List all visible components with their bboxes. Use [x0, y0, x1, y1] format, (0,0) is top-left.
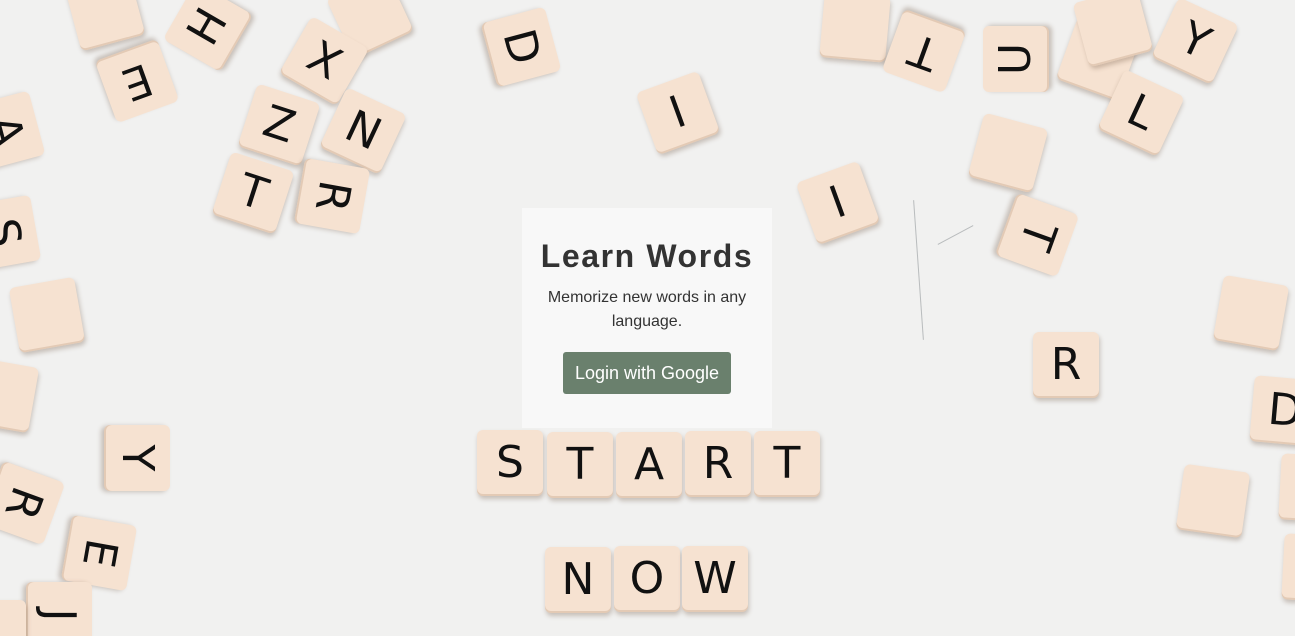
now-tile-o: O — [614, 546, 680, 612]
scattered-tile — [819, 0, 891, 63]
now-tile-n: N — [545, 547, 611, 613]
scattered-tile-r: R — [1033, 332, 1099, 398]
scattered-tile-e: E — [60, 514, 138, 592]
scattered-tile-u: U — [983, 26, 1049, 92]
start-tile-r: R — [685, 431, 751, 497]
scattered-tile-i: I — [795, 160, 881, 246]
login-with-google-button[interactable]: Login with Google — [562, 352, 732, 394]
start-tile-t: T — [754, 431, 820, 497]
scattered-tile-t: T — [881, 8, 967, 94]
scattered-tile — [1212, 274, 1290, 352]
scattered-tile-y: Y — [1151, 0, 1239, 85]
scattered-tile-t: T — [211, 151, 295, 235]
start-tile-a: A — [616, 432, 682, 498]
scattered-tile-d: D — [1249, 375, 1295, 447]
login-card: Learn Words Memorize new words in any la… — [522, 208, 772, 428]
scattered-tile — [8, 276, 86, 354]
background-scene: S T A R T N O W H E X Z N T R D I I T U … — [0, 0, 1295, 636]
scattered-tile — [64, 0, 146, 52]
start-tile-s: S — [477, 430, 543, 496]
scattered-tile — [1278, 453, 1295, 523]
scattered-tile-r: R — [293, 157, 371, 235]
card-subtitle: Memorize new words in any language. — [547, 289, 747, 330]
scattered-tile — [967, 112, 1049, 194]
scattered-tile-i: I — [635, 70, 721, 156]
scattered-tile-d: D — [480, 6, 562, 88]
scattered-tile-r: R — [0, 460, 66, 546]
scattered-tile-h: H — [162, 0, 254, 73]
card-title: Learn Words — [540, 238, 754, 274]
scattered-tile-a: A — [0, 90, 46, 172]
scattered-tile-t: T — [994, 192, 1080, 278]
start-tile-t: T — [547, 432, 613, 498]
scattered-tile — [1281, 533, 1295, 603]
scattered-tile — [0, 356, 40, 434]
surface-scratch — [937, 225, 974, 245]
now-tile-w: W — [682, 546, 748, 612]
scattered-tile — [0, 600, 26, 636]
scattered-tile-j: J — [26, 582, 92, 636]
scattered-tile — [1175, 463, 1251, 539]
scattered-tile-z: Z — [237, 83, 321, 167]
surface-scratch — [913, 200, 924, 340]
scattered-tile-e: E — [94, 38, 180, 124]
scattered-tile-s: S — [0, 194, 42, 272]
scattered-tile-y: Y — [104, 425, 170, 491]
